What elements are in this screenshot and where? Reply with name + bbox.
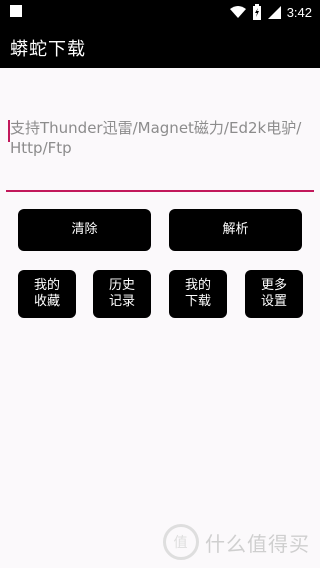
history-button[interactable]: 历史记录 xyxy=(93,270,151,318)
wifi-icon xyxy=(229,5,246,18)
watermark-text: 什么值得买 xyxy=(205,531,310,556)
status-time: 3:42 xyxy=(286,4,312,20)
status-icons: 3:42 xyxy=(229,3,312,21)
status-bar: 3:42 xyxy=(0,0,320,24)
app-title: 蟒蛇下载 xyxy=(10,39,86,60)
notification-square-icon xyxy=(10,5,22,17)
signal-icon xyxy=(267,5,281,19)
favorites-button[interactable]: 我的收藏 xyxy=(18,270,76,318)
watermark-logo-icon: 值 xyxy=(163,524,199,560)
link-input-placeholder: 支持Thunder迅雷/Magnet磁力/Ed2k电驴/Http/Ftp xyxy=(10,119,302,157)
watermark: 值 什么值得买 xyxy=(163,524,310,560)
text-caret xyxy=(8,120,10,142)
downloads-button[interactable]: 我的下载 xyxy=(169,270,227,318)
battery-charging-icon xyxy=(252,4,261,20)
settings-button[interactable]: 更多设置 xyxy=(245,270,303,318)
input-underline xyxy=(6,190,314,192)
parse-button[interactable]: 解析 xyxy=(169,209,302,251)
link-input[interactable]: 支持Thunder迅雷/Magnet磁力/Ed2k电驴/Http/Ftp xyxy=(0,96,320,196)
app-bar: 蟒蛇下载 xyxy=(0,24,320,68)
clear-button[interactable]: 清除 xyxy=(18,209,151,251)
